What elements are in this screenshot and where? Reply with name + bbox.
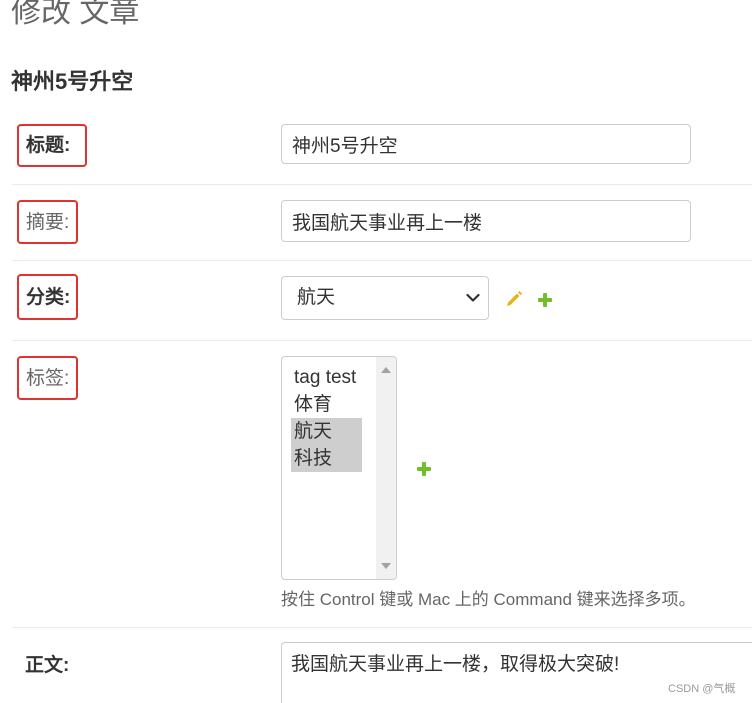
- pencil-icon[interactable]: [505, 290, 523, 308]
- scroll-up-arrow-icon[interactable]: [381, 366, 391, 373]
- plus-icon[interactable]: [416, 461, 432, 477]
- row-divider: [12, 340, 752, 341]
- watermark: CSDN @气概: [668, 683, 736, 695]
- tag-option[interactable]: tag test: [291, 364, 362, 391]
- tag-option[interactable]: 体育: [291, 391, 362, 418]
- tags-option-list: tag test 体育 航天 科技: [291, 364, 362, 472]
- category-select[interactable]: 航天: [281, 276, 489, 320]
- title-input[interactable]: [281, 124, 691, 164]
- row-divider: [12, 184, 752, 185]
- tags-help-text: 按住 Control 键或 Mac 上的 Command 键来选择多项。: [281, 590, 696, 609]
- row-divider: [12, 260, 752, 261]
- tag-option[interactable]: 科技: [291, 445, 362, 472]
- tags-label: 标签:: [17, 356, 78, 400]
- scroll-down-arrow-icon[interactable]: [381, 563, 391, 570]
- chevron-down-icon: [466, 293, 480, 302]
- tags-multiselect[interactable]: tag test 体育 航天 科技: [281, 356, 397, 580]
- tags-scrollbar[interactable]: [376, 357, 396, 579]
- summary-label: 摘要:: [17, 200, 78, 244]
- summary-input[interactable]: [281, 200, 691, 242]
- title-label: 标题:: [17, 124, 87, 167]
- category-label: 分类:: [17, 274, 78, 320]
- body-label: 正文:: [25, 655, 70, 676]
- category-selected-value: 航天: [297, 287, 336, 308]
- object-title: 神州5号升空: [11, 69, 134, 94]
- row-divider: [12, 627, 752, 628]
- tag-option[interactable]: 航天: [291, 418, 362, 445]
- plus-icon[interactable]: [537, 292, 553, 308]
- page-title: 修改 文章: [11, 0, 140, 29]
